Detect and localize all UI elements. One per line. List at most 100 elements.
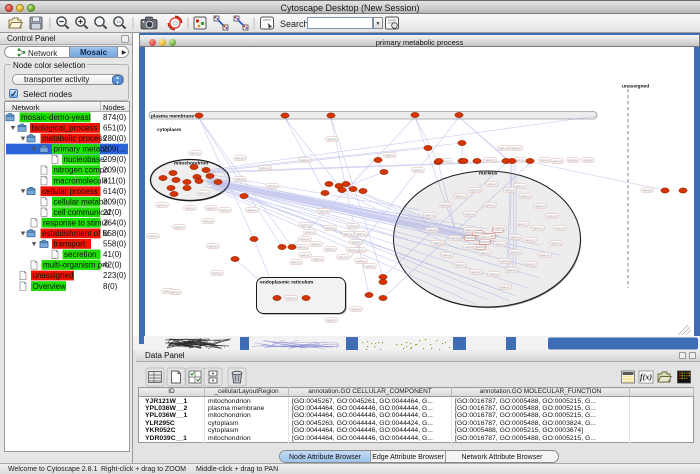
svg-text:YBR00C: YBR00C bbox=[510, 146, 523, 150]
svg-text:YBR00C: YBR00C bbox=[355, 232, 368, 236]
svg-text:YBR00C: YBR00C bbox=[324, 247, 337, 251]
svg-text:cellular metabo: cellular metabo bbox=[54, 197, 109, 206]
svg-text:YBR00C: YBR00C bbox=[384, 153, 397, 157]
svg-text:YBR00C: YBR00C bbox=[641, 188, 654, 192]
svg-text:YBR00C: YBR00C bbox=[299, 223, 312, 227]
svg-text:YBR00C: YBR00C bbox=[516, 222, 529, 226]
svg-text:YBR00C: YBR00C bbox=[266, 184, 279, 188]
svg-text:biological_process: biological_process bbox=[32, 124, 98, 133]
svg-text:YBR00C: YBR00C bbox=[454, 194, 467, 198]
svg-text:secretion: secretion bbox=[64, 250, 96, 259]
svg-text:YBR00C: YBR00C bbox=[509, 235, 522, 239]
svg-text:YBR00C: YBR00C bbox=[524, 262, 537, 266]
svg-text:YBR00C: YBR00C bbox=[207, 244, 220, 248]
svg-text:YBR00C: YBR00C bbox=[147, 234, 160, 238]
svg-text:YBR00C: YBR00C bbox=[342, 232, 355, 236]
svg-text:YBR00C: YBR00C bbox=[449, 236, 462, 240]
svg-text:YBR00C: YBR00C bbox=[189, 151, 202, 155]
svg-text:311(0): 311(0) bbox=[103, 176, 126, 185]
svg-text:YBR00C: YBR00C bbox=[290, 260, 303, 264]
svg-text:YBR00C: YBR00C bbox=[318, 209, 331, 213]
svg-text:establishment of lo: establishment of lo bbox=[42, 229, 109, 238]
svg-text:YBR00C: YBR00C bbox=[350, 307, 363, 311]
svg-text:YBR00C: YBR00C bbox=[325, 318, 338, 322]
svg-text:YBR00C: YBR00C bbox=[534, 204, 547, 208]
svg-text:YBR00C: YBR00C bbox=[169, 290, 182, 294]
svg-text:f(x): f(x) bbox=[640, 373, 652, 382]
svg-text:YBR00C: YBR00C bbox=[426, 228, 439, 232]
svg-text:YBR00C: YBR00C bbox=[350, 240, 363, 244]
svg-text:558(0): 558(0) bbox=[103, 240, 126, 249]
svg-text:YBR00C: YBR00C bbox=[364, 264, 377, 268]
svg-text:280(0): 280(0) bbox=[103, 134, 126, 143]
svg-text:651(0): 651(0) bbox=[103, 124, 126, 133]
svg-text:YBR00C: YBR00C bbox=[454, 263, 467, 267]
svg-text:plasma membrane: plasma membrane bbox=[151, 113, 194, 119]
svg-text:YBR00C: YBR00C bbox=[550, 241, 563, 245]
svg-text:cellular process: cellular process bbox=[42, 187, 98, 196]
svg-text:YBR00C: YBR00C bbox=[205, 206, 218, 210]
svg-text:YBR00C: YBR00C bbox=[464, 228, 477, 232]
svg-text:YBR00C: YBR00C bbox=[432, 241, 445, 245]
svg-text:YBR00C: YBR00C bbox=[506, 268, 519, 272]
svg-text:YBR00C: YBR00C bbox=[469, 188, 482, 192]
svg-text:YBR00C: YBR00C bbox=[259, 166, 272, 170]
svg-text:YBR00C: YBR00C bbox=[337, 255, 350, 259]
svg-text:209(0): 209(0) bbox=[103, 155, 126, 164]
svg-text:YBR00C: YBR00C bbox=[304, 230, 317, 234]
svg-text:YBR00C: YBR00C bbox=[582, 158, 595, 162]
svg-text:264(0): 264(0) bbox=[103, 219, 126, 228]
svg-text:YBR00C: YBR00C bbox=[524, 238, 537, 242]
svg-text:YBR00C: YBR00C bbox=[439, 203, 452, 207]
svg-text:unassigned: unassigned bbox=[33, 271, 74, 280]
svg-text:YBR00C: YBR00C bbox=[156, 203, 169, 207]
svg-text:endoplasmic reticulum: endoplasmic reticulum bbox=[260, 280, 314, 286]
svg-text:nitrogen compo: nitrogen compo bbox=[54, 166, 110, 175]
svg-text:614(0): 614(0) bbox=[103, 187, 126, 196]
svg-text:1:1: 1:1 bbox=[116, 20, 121, 24]
svg-text:primary metabo: primary metabo bbox=[54, 145, 110, 154]
svg-text:response to stimul: response to stimul bbox=[43, 219, 108, 228]
svg-text:YBR00C: YBR00C bbox=[197, 191, 210, 195]
svg-text:42(0): 42(0) bbox=[103, 261, 122, 270]
svg-text:874(0): 874(0) bbox=[103, 113, 126, 122]
svg-text:YBR00C: YBR00C bbox=[424, 213, 437, 217]
svg-text:YBR00C: YBR00C bbox=[211, 271, 224, 275]
svg-text:transport: transport bbox=[54, 240, 86, 249]
svg-text:YBR00C: YBR00C bbox=[484, 203, 497, 207]
svg-text:YBR00C: YBR00C bbox=[234, 156, 247, 160]
svg-text:YDR00C: YDR00C bbox=[479, 240, 492, 244]
svg-text:YBR00C: YBR00C bbox=[488, 272, 501, 276]
svg-text:YBR00C: YBR00C bbox=[514, 184, 527, 188]
svg-text:YBR00C: YBR00C bbox=[310, 242, 323, 246]
svg-text:YBR00C: YBR00C bbox=[484, 158, 497, 162]
svg-text:209(...: 209(... bbox=[103, 145, 126, 154]
svg-text:YBR00C: YBR00C bbox=[546, 214, 559, 218]
svg-text:YBR00C: YBR00C bbox=[551, 159, 564, 163]
svg-text:YBR00C: YBR00C bbox=[539, 158, 552, 162]
svg-text:YBR00C: YBR00C bbox=[519, 194, 532, 198]
svg-text:YBR00C: YBR00C bbox=[479, 235, 492, 239]
svg-text:YBR00C: YBR00C bbox=[355, 259, 368, 263]
svg-text:YBR00C: YBR00C bbox=[509, 250, 522, 254]
svg-text:YBR00C: YBR00C bbox=[532, 226, 545, 230]
svg-text:YBR00C: YBR00C bbox=[299, 158, 312, 162]
svg-text:41(0): 41(0) bbox=[103, 250, 122, 259]
svg-text:8(0): 8(0) bbox=[103, 282, 118, 291]
svg-text:209(0): 209(0) bbox=[103, 166, 126, 175]
svg-text:unassigned: unassigned bbox=[622, 84, 649, 90]
svg-text:mosaic-demo-yeast: mosaic-demo-yeast bbox=[21, 113, 92, 122]
svg-text:YBR00C: YBR00C bbox=[299, 237, 312, 241]
svg-text:YBR00C: YBR00C bbox=[479, 251, 492, 255]
svg-text:cytoplasm: cytoplasm bbox=[157, 127, 182, 133]
svg-text:209(0): 209(0) bbox=[103, 197, 126, 206]
svg-text:YBR00C: YBR00C bbox=[567, 158, 580, 162]
svg-text:YBR00C: YBR00C bbox=[202, 219, 215, 223]
svg-text:558(0): 558(0) bbox=[103, 229, 126, 238]
svg-text:YBR00C: YBR00C bbox=[184, 206, 197, 210]
svg-text:YBR00C: YBR00C bbox=[234, 177, 247, 181]
svg-text:YBR00C: YBR00C bbox=[498, 146, 511, 150]
svg-text:YBR00C: YBR00C bbox=[464, 212, 477, 216]
svg-text:YBR00C: YBR00C bbox=[494, 226, 507, 230]
svg-text:multi-organism pro: multi-organism pro bbox=[43, 261, 110, 270]
